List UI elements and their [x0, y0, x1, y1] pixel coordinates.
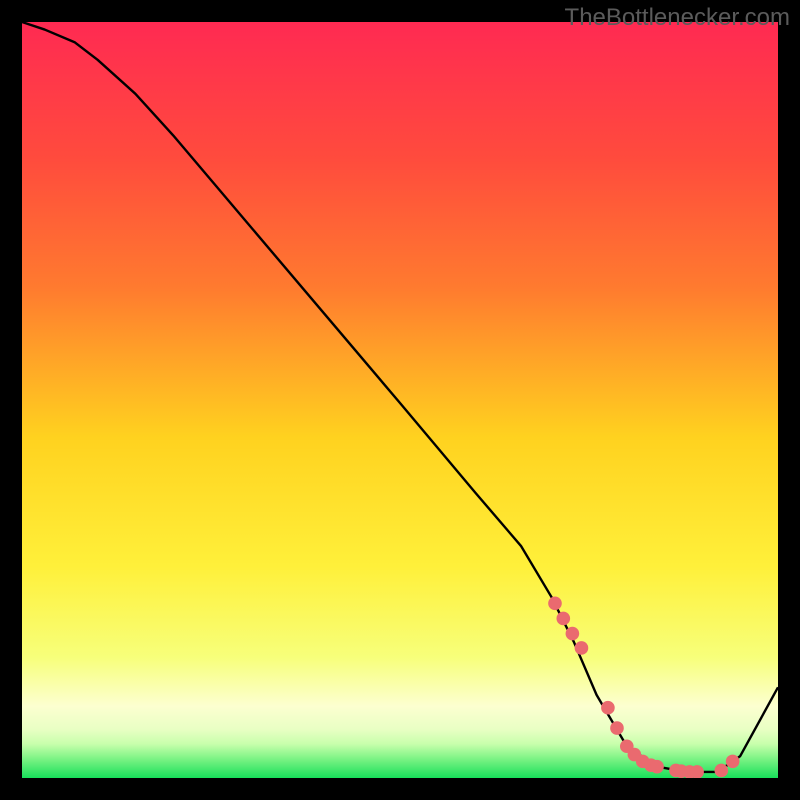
data-marker [715, 764, 729, 778]
data-marker [575, 641, 589, 655]
data-marker [548, 597, 562, 611]
chart-frame: TheBottlenecker.com [0, 0, 800, 800]
gradient-background [22, 22, 778, 778]
data-marker [557, 612, 571, 626]
watermark-text: TheBottlenecker.com [565, 4, 790, 32]
data-marker [566, 627, 580, 641]
data-marker [726, 755, 740, 769]
plot-area [22, 22, 778, 778]
data-marker [650, 760, 664, 774]
data-marker [601, 701, 615, 715]
data-marker [610, 721, 624, 735]
bottleneck-chart [22, 22, 778, 778]
